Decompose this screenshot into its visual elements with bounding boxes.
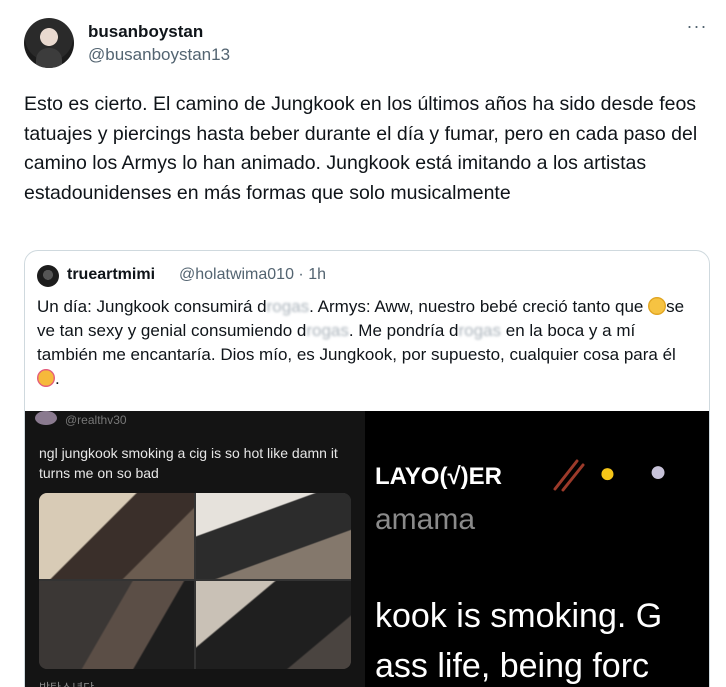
quoted-tweet-time[interactable]: 1h — [308, 266, 326, 283]
quoted-tweet-header: trueartmimi @holatwima010 · 1h — [37, 263, 697, 287]
embedded-text-line: ass life, being forc — [375, 647, 650, 685]
quoted-tweet[interactable]: trueartmimi @holatwima010 · 1h Un día: J… — [24, 250, 710, 687]
quoted-tweet-text: Un día: Jungkook consumirá drogas. Armys… — [37, 295, 697, 391]
author-avatar[interactable] — [24, 18, 74, 68]
embedded-photo — [196, 581, 351, 669]
embedded-photo — [196, 493, 351, 579]
embedded-text-line: kook is smoking. G — [375, 597, 663, 635]
media-image-right[interactable]: LAYO(√)ER ● ● amama kook is smoking. G a… — [369, 411, 709, 687]
embedded-avatar — [35, 411, 57, 425]
quoted-author-display-name[interactable]: trueartmimi — [67, 266, 155, 284]
embedded-photo-grid — [39, 493, 351, 669]
meta-separator: · — [298, 266, 304, 283]
quoted-author-meta: @holatwima010 · 1h — [179, 266, 326, 284]
censored-word: rogas — [266, 297, 310, 316]
tweet-text: Esto es cierto. El camino de Jungkook en… — [24, 93, 698, 204]
tweet-header: busanboystan @busanboystan13 ··· — [24, 17, 714, 70]
quoted-text-segment: Un día: Jungkook consumirá d — [37, 297, 267, 316]
bunny-icon: ● — [649, 455, 668, 488]
smiling-face-with-hearts-emoji-icon — [37, 369, 55, 387]
embedded-title: LAYO(√)ER — [375, 463, 502, 490]
censored-word: rogas — [306, 321, 349, 340]
quoted-author-avatar[interactable] — [37, 265, 59, 287]
embedded-photo — [39, 493, 194, 579]
pleading-face-emoji-icon — [648, 297, 667, 315]
censored-word: rogas — [458, 321, 502, 340]
quoted-text-segment: . Me pondría d — [348, 321, 459, 340]
author-display-name[interactable]: busanboystan — [88, 22, 203, 42]
embedded-handle: @realthv30 — [65, 413, 127, 427]
embedded-footer: 방탄소년단 — [39, 679, 94, 687]
quoted-text-segment: . Armys: Aww, nuestro bebé creció tanto … — [309, 297, 649, 316]
chick-icon: ● — [599, 457, 616, 488]
chopsticks-icon — [553, 459, 585, 492]
more-options-icon[interactable]: ··· — [684, 17, 710, 40]
embedded-subtitle: amama — [375, 503, 476, 536]
quoted-text-segment: . — [55, 369, 60, 388]
quoted-media[interactable]: @realthv30 ngl jungkook smoking a cig is… — [25, 411, 709, 687]
author-handle[interactable]: @busanboystan13 — [88, 45, 230, 65]
embedded-photo — [39, 581, 194, 669]
media-image-left[interactable]: @realthv30 ngl jungkook smoking a cig is… — [25, 411, 365, 687]
embedded-caption: ngl jungkook smoking a cig is so hot lik… — [39, 445, 338, 481]
quoted-author-handle[interactable]: @holatwima010 — [179, 266, 294, 283]
